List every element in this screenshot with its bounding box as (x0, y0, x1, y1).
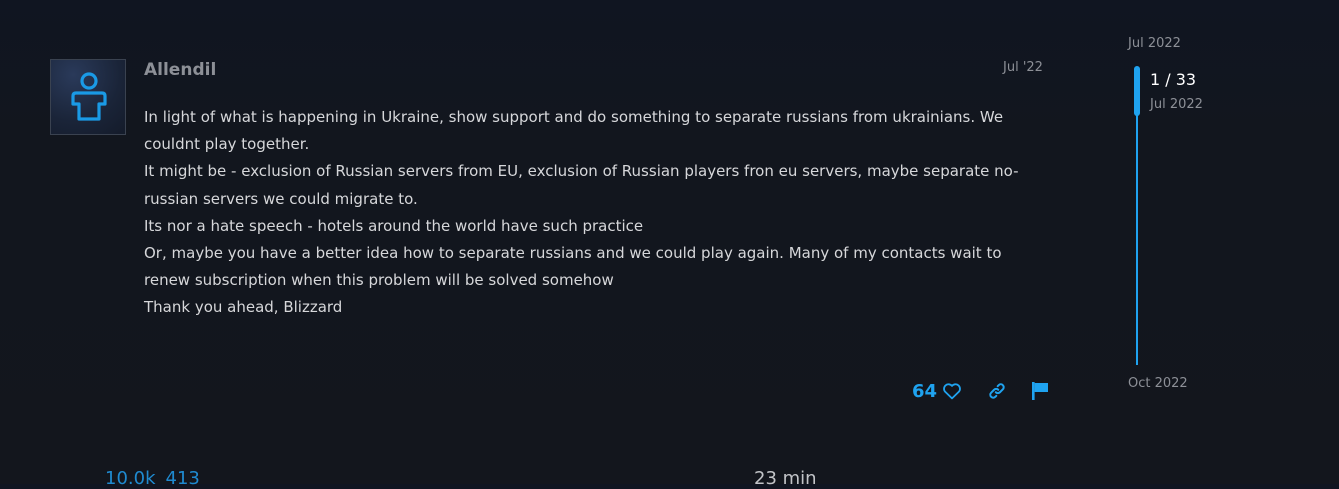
post-username[interactable]: Allendil (144, 60, 216, 80)
timeline-end-date[interactable]: Oct 2022 (1128, 376, 1188, 391)
topic-stats: 10.0k 413 (105, 468, 210, 489)
flag-button[interactable] (1031, 381, 1049, 401)
read-time: 23 min (754, 468, 817, 489)
timeline-current-date: Jul 2022 (1150, 97, 1203, 112)
post-paragraph: Its nor a hate speech - hotels around th… (144, 216, 644, 235)
timeline-position: 1 / 33 (1150, 70, 1197, 89)
post-date[interactable]: Jul '22 (1003, 60, 1043, 75)
flag-icon (1032, 382, 1049, 400)
views-count: 10.0k (105, 468, 156, 489)
user-silhouette-icon (71, 72, 107, 121)
likes-count: 413 (165, 468, 200, 489)
timeline-handle[interactable] (1134, 66, 1140, 116)
like-button[interactable] (942, 382, 962, 400)
heart-icon (943, 383, 961, 400)
post-paragraph: Or, maybe you have a better idea how to … (144, 244, 1002, 290)
post-paragraph: In light of what is happening in Ukraine… (144, 108, 1004, 154)
avatar[interactable] (50, 59, 126, 135)
post-body: In light of what is happening in Ukraine… (144, 104, 1044, 322)
timeline-track[interactable] (1136, 112, 1138, 365)
post-paragraph: Thank you ahead, Blizzard (144, 298, 343, 317)
share-link-button[interactable] (987, 381, 1007, 401)
link-icon (989, 383, 1005, 399)
post-actions: 64 (912, 378, 1049, 404)
post-paragraph: It might be - exclusion of Russian serve… (144, 162, 1019, 208)
timeline-start-date[interactable]: Jul 2022 (1128, 36, 1181, 51)
like-count[interactable]: 64 (912, 381, 937, 402)
